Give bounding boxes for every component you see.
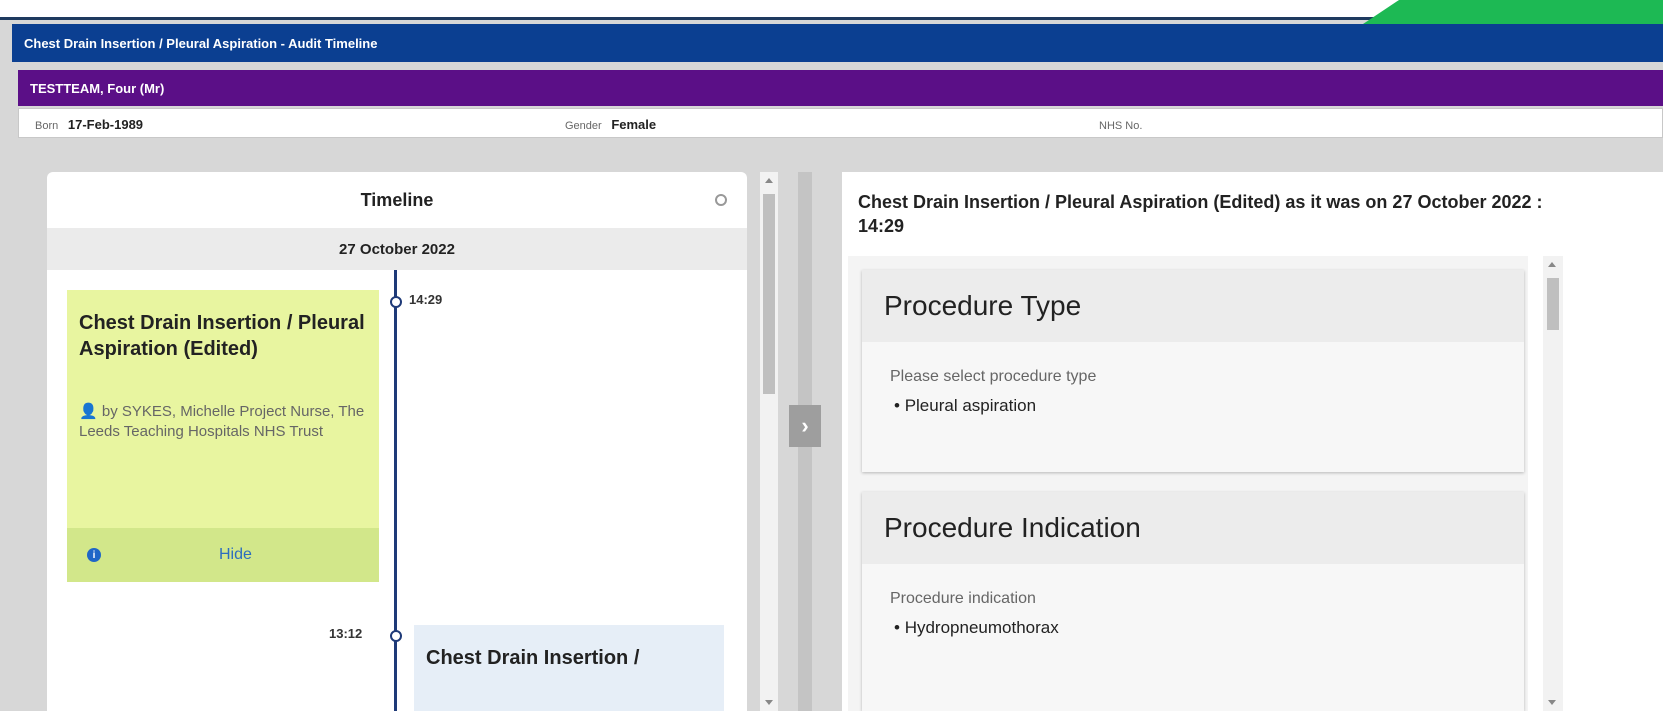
entry-time: 13:12 xyxy=(329,626,363,641)
detail-scrollbar[interactable] xyxy=(1543,256,1563,711)
user-icon: 👤 xyxy=(79,403,98,420)
timeline-date-label: 27 October 2022 xyxy=(339,240,455,258)
born-value: 17-Feb-1989 xyxy=(67,117,144,132)
timeline-title: Timeline xyxy=(360,189,434,210)
gender-field: Gender Female xyxy=(565,117,656,132)
expand-panel-button[interactable]: › xyxy=(789,405,821,447)
timeline-header: Timeline xyxy=(47,172,747,228)
detail-content: Procedure Type Please select procedure t… xyxy=(848,256,1528,711)
scroll-up-icon[interactable] xyxy=(1548,262,1556,267)
scroll-down-icon[interactable] xyxy=(1548,700,1556,705)
born-field: Born 17-Feb-1989 xyxy=(35,117,143,132)
window-title-bar: Chest Drain Insertion / Pleural Aspirati… xyxy=(12,24,1663,62)
gear-icon[interactable] xyxy=(715,194,727,206)
nhs-field: NHS No. xyxy=(1099,117,1148,132)
timeline-entry-edited[interactable]: Chest Drain Insertion / Pleural Aspirati… xyxy=(67,290,379,582)
timeline-scrollbar[interactable] xyxy=(760,172,778,711)
entry-time: 14:29 xyxy=(409,292,443,307)
entry-author-text: by SYKES, Michelle Project Nurse, The Le… xyxy=(79,403,365,440)
question-label: Please select procedure type xyxy=(890,368,1097,385)
nhs-label: NHS No. xyxy=(1099,120,1143,132)
born-label: Born xyxy=(35,120,59,132)
window-title: Chest Drain Insertion / Pleural Aspirati… xyxy=(24,35,378,51)
entry-title: Chest Drain Insertion / Pleural Aspirati… xyxy=(79,312,365,360)
answer-text: Pleural aspiration xyxy=(904,396,1037,415)
timeline-line xyxy=(394,270,397,711)
patient-demographics: Born 17-Feb-1989 Gender Female NHS No. xyxy=(18,108,1663,138)
chevron-right-icon: › xyxy=(801,413,809,438)
timeline-entry[interactable]: Chest Drain Insertion / xyxy=(414,625,724,711)
section-heading: Procedure Indication xyxy=(862,492,1524,564)
section-procedure-type: Procedure Type Please select procedure t… xyxy=(862,270,1524,472)
scroll-thumb[interactable] xyxy=(1547,278,1559,330)
answer-value: • Hydropneumothorax xyxy=(894,618,1059,637)
answer-text: Hydropneumothorax xyxy=(904,618,1059,637)
answer-value: • Pleural aspiration xyxy=(894,396,1037,415)
question-label: Procedure indication xyxy=(890,590,1036,607)
patient-banner: TESTTEAM, Four (Mr) xyxy=(18,70,1663,106)
timeline-track: 14:29 Chest Drain Insertion / Pleural As… xyxy=(47,270,747,711)
hide-link[interactable]: Hide xyxy=(219,546,252,564)
timeline-date: 27 October 2022 xyxy=(47,228,747,270)
section-procedure-indication: Procedure Indication Procedure indicatio… xyxy=(862,492,1524,711)
entry-author: 👤 by SYKES, Michelle Project Nurse, The … xyxy=(67,362,379,442)
timeline-panel: Timeline 27 October 2022 14:29 Chest Dra… xyxy=(47,172,747,711)
entry-title: Chest Drain Insertion / xyxy=(426,647,640,669)
gender-label: Gender xyxy=(565,120,602,132)
brand-corner xyxy=(1363,0,1663,24)
timeline-node-icon[interactable] xyxy=(390,296,402,308)
timeline-node-icon[interactable] xyxy=(390,630,402,642)
detail-title: Chest Drain Insertion / Pleural Aspirati… xyxy=(858,192,1543,236)
entry-footer: i Hide xyxy=(67,528,379,582)
patient-name: TESTTEAM, Four (Mr) xyxy=(30,80,165,96)
info-icon[interactable]: i xyxy=(87,548,101,562)
scroll-up-icon[interactable] xyxy=(765,178,773,183)
gender-value: Female xyxy=(611,117,657,132)
detail-panel: Chest Drain Insertion / Pleural Aspirati… xyxy=(842,172,1663,711)
scroll-down-icon[interactable] xyxy=(765,700,773,705)
section-heading: Procedure Type xyxy=(862,270,1524,342)
scroll-thumb[interactable] xyxy=(763,194,775,394)
